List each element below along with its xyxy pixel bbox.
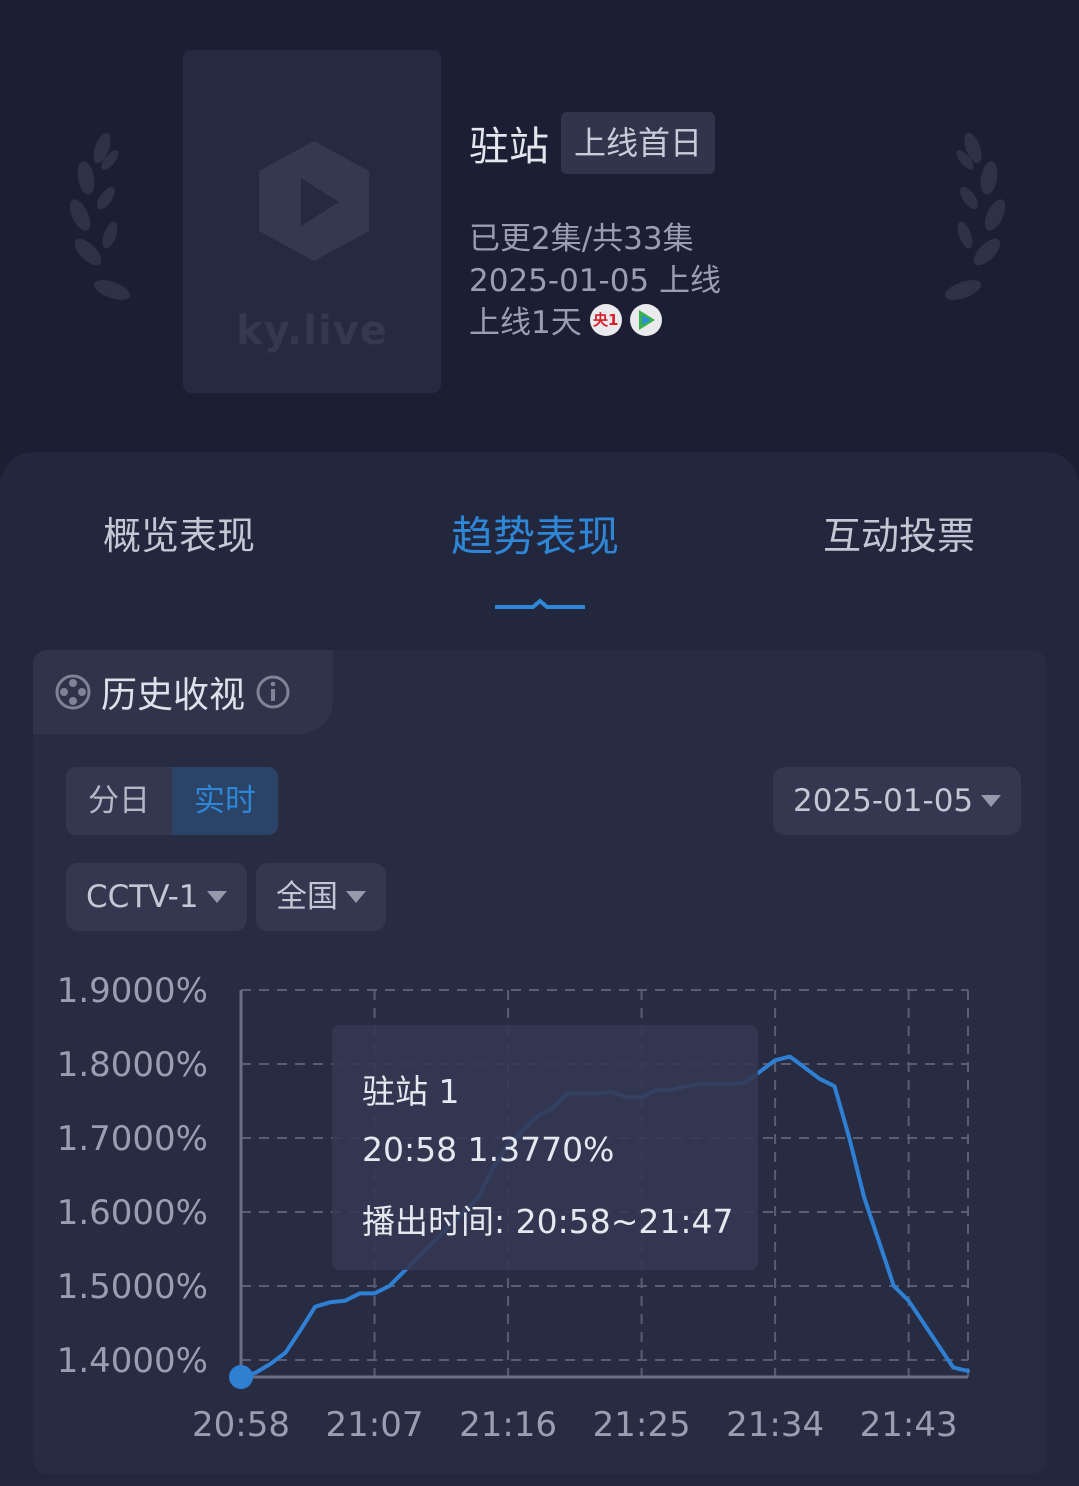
x-tick-label: 21:07	[326, 1405, 424, 1445]
x-tick-label: 21:16	[459, 1405, 557, 1445]
y-tick-label: 1.7000%	[57, 1119, 208, 1159]
y-tick-label: 1.4000%	[57, 1341, 208, 1381]
x-tick-label: 21:43	[860, 1405, 958, 1445]
y-tick-label: 1.5000%	[57, 1267, 208, 1307]
x-tick-label: 21:34	[726, 1405, 824, 1445]
tooltip-series: 驻站 1	[362, 1072, 460, 1111]
tooltip-airtime: 播出时间: 20:58~21:47	[362, 1202, 734, 1241]
highlight-point	[229, 1365, 253, 1389]
tooltip-point: 20:58 1.3770%	[362, 1130, 615, 1169]
y-tick-label: 1.9000%	[57, 971, 208, 1011]
chart-tooltip: 驻站 1 20:58 1.3770% 播出时间: 20:58~21:47	[332, 1025, 758, 1270]
y-tick-label: 1.6000%	[57, 1193, 208, 1233]
y-tick-label: 1.8000%	[57, 1045, 208, 1085]
x-tick-label: 20:58	[192, 1405, 290, 1445]
x-tick-label: 21:25	[593, 1405, 691, 1445]
